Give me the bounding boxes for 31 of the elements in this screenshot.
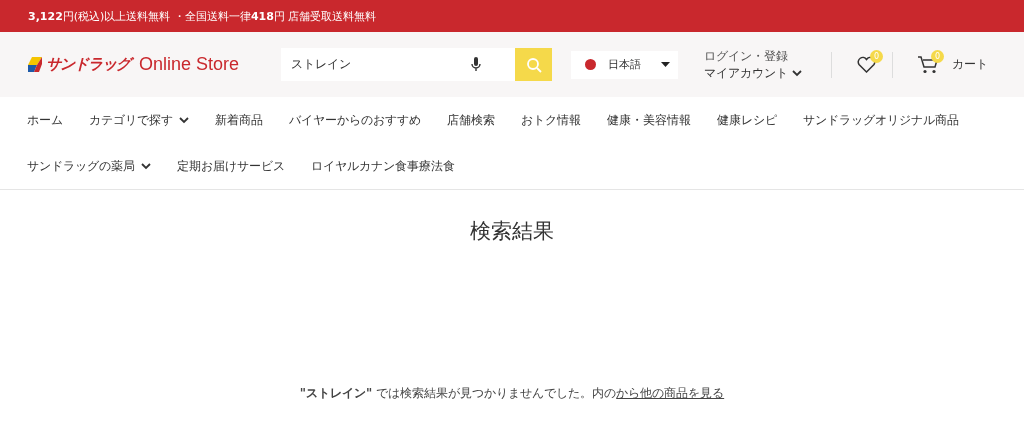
nav-item[interactable]: サンドラッグの薬局: [14, 143, 164, 189]
wishlist-button[interactable]: [857, 56, 876, 73]
store-name: Online Store: [139, 54, 240, 75]
nav-item[interactable]: ロイヤルカナン食事療法食: [298, 143, 468, 189]
nav-item[interactable]: おトク情報: [508, 97, 594, 143]
wishlist-count: 0: [870, 50, 883, 63]
account-button[interactable]: マイアカウント: [704, 64, 831, 82]
shipping-notice: 3,122円(税込)以上送料無料 ・全国送料一律418円 店舗受取送料無料: [28, 8, 377, 24]
nav-item[interactable]: 健康レシピ: [704, 97, 790, 143]
chevron-icon: [792, 69, 802, 77]
nav-item[interactable]: 健康・美容情報: [594, 97, 704, 143]
nav-item[interactable]: 定期お届けサービス: [164, 143, 298, 189]
nav-item[interactable]: サンドラッグオリジナル商品: [790, 97, 972, 143]
logo-icon: [28, 57, 42, 72]
search-field[interactable]: ストレイン: [281, 48, 515, 81]
other-products-link[interactable]: から他の商品を見る: [616, 386, 725, 400]
heart-icon: [857, 56, 876, 73]
microphone-icon[interactable]: [471, 57, 481, 72]
login-link[interactable]: ログイン・登録: [704, 47, 831, 65]
caret-icon: [661, 62, 670, 67]
nav-item[interactable]: カテゴリで探す: [76, 97, 202, 143]
cart-count: 0: [931, 49, 944, 63]
search-icon: [525, 56, 542, 73]
language-selector[interactable]: 日本語: [571, 50, 678, 79]
nav-item[interactable]: バイヤーからのおすすめ: [276, 97, 434, 143]
nav-item[interactable]: 店舗検索: [434, 97, 508, 143]
page-title: 検索結果: [469, 218, 555, 245]
nav-item[interactable]: 新着商品: [202, 97, 276, 143]
nav-item[interactable]: ホーム: [14, 97, 76, 143]
flag-icon: [585, 59, 596, 70]
no-results-message: "ストレイン" では検索結果が見つかりませんでした。内のから他の商品を見る: [298, 385, 726, 402]
